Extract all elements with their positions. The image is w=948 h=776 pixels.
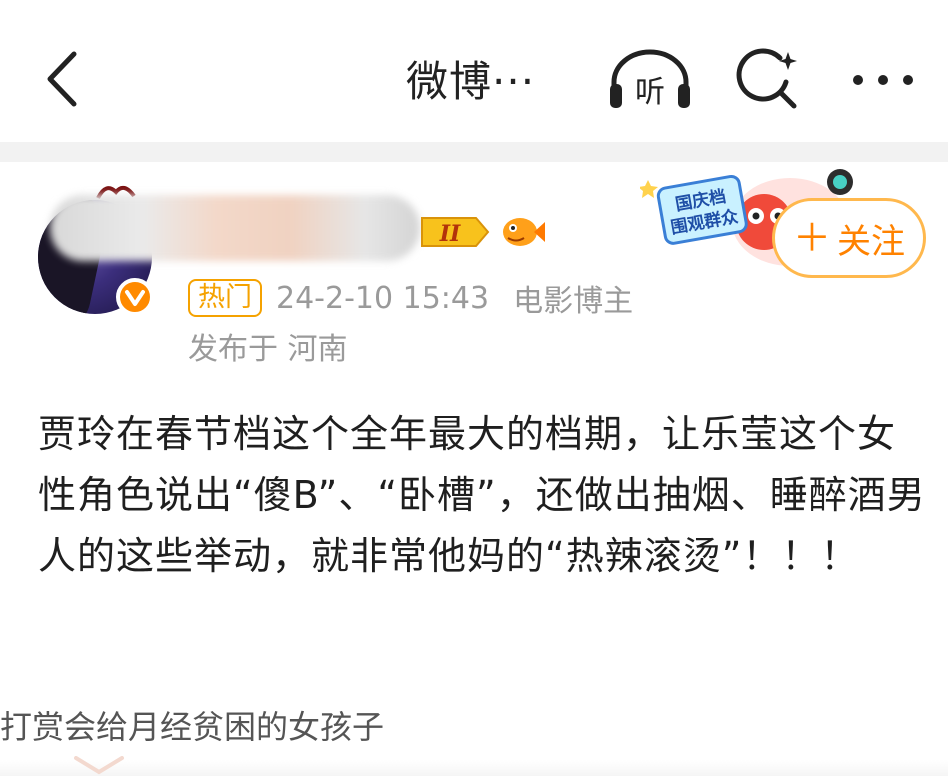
follow-button[interactable]: ＋ 关注 — [772, 198, 926, 278]
post-meta: 热门 24-2-10 15:43 电影博主 — [188, 278, 634, 319]
listen-button[interactable]: 听 — [604, 48, 696, 112]
author-role: 电影博主 — [513, 284, 634, 319]
level-badge-icon: II — [421, 217, 490, 247]
section-divider — [0, 142, 948, 162]
post-location: 发布于 河南 — [188, 332, 348, 367]
listen-label: 听 — [635, 75, 665, 110]
reward-text[interactable]: 打赏会给月经贫困的女孩子 — [0, 702, 384, 752]
reward-pointer-icon — [74, 756, 124, 775]
page-title: 微博··· — [406, 57, 536, 106]
post-content: 贾玲在春节档这个全年最大的档期，让乐莹这个女性角色说出“傻B”、“卧槽”，还做出… — [38, 412, 926, 578]
post-timestamp: 24-2-10 15:43 — [276, 280, 490, 316]
plus-icon: ＋ — [792, 216, 831, 260]
back-arrow-icon — [47, 51, 77, 107]
more-icon — [853, 75, 913, 85]
level-badge-text: II — [439, 221, 461, 247]
follow-label: 关注 — [837, 221, 905, 262]
fish-badge-icon — [503, 218, 545, 246]
top-nav-bar: 微博··· 听 — [0, 0, 948, 142]
hot-tag[interactable]: 热门 — [188, 279, 262, 317]
blurred-username[interactable] — [50, 195, 420, 261]
more-button[interactable] — [848, 62, 918, 98]
listen-icon: 听 — [610, 49, 690, 110]
back-button[interactable] — [32, 44, 92, 114]
search-icon — [736, 48, 797, 109]
bottom-divider — [0, 760, 948, 776]
search-button[interactable] — [734, 46, 800, 112]
verified-badge-icon — [116, 278, 154, 316]
